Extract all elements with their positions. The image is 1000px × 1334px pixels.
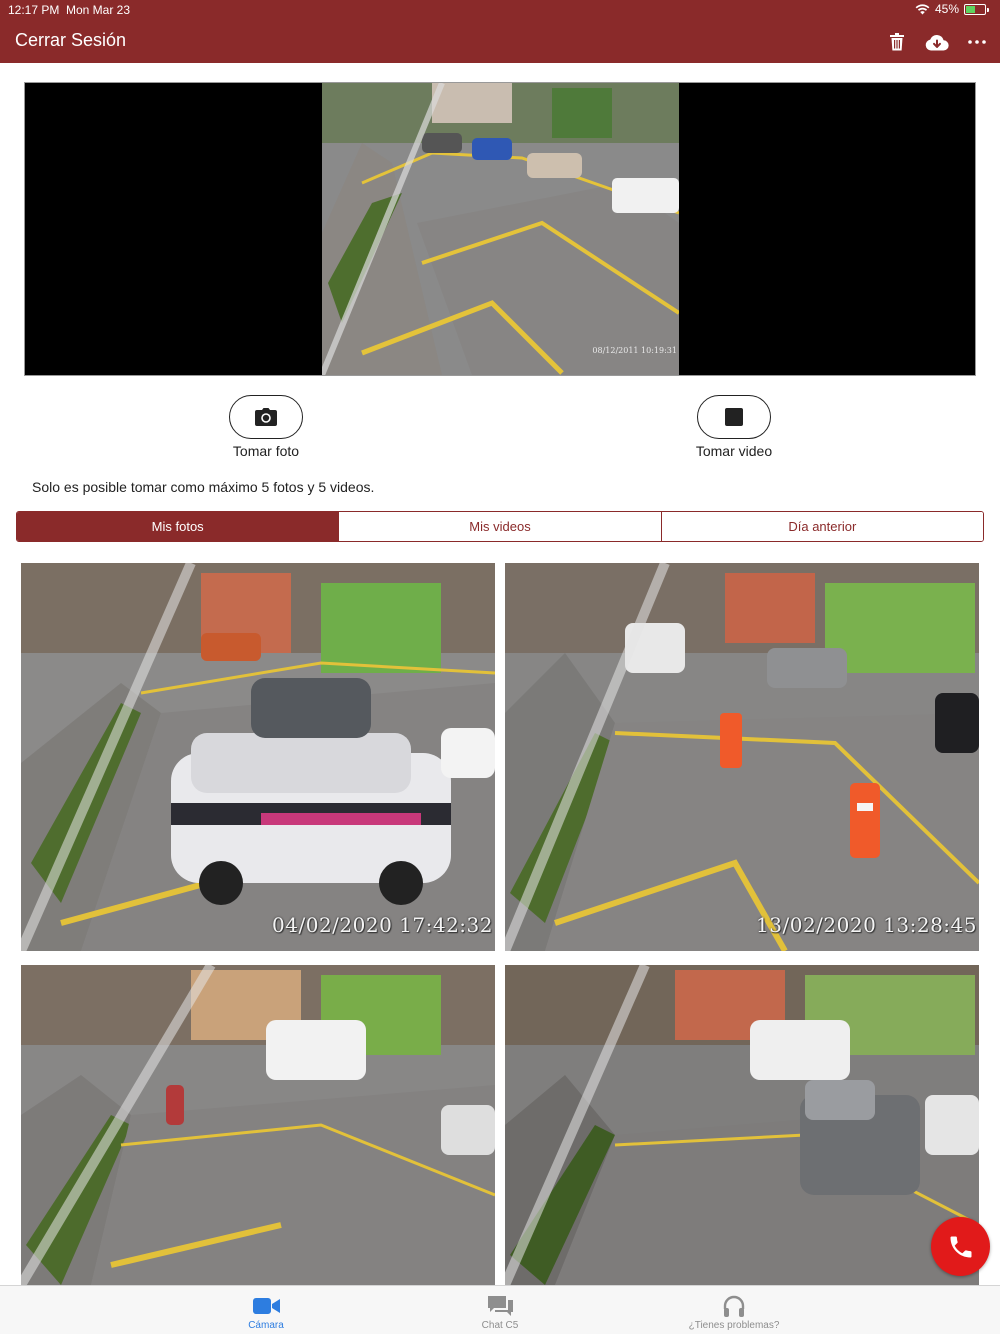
more-button[interactable]	[962, 28, 992, 56]
photo-thumbnail[interactable]	[505, 965, 979, 1285]
camera-icon	[255, 408, 277, 426]
phone-icon	[950, 1236, 971, 1257]
take-video-control: Tomar video	[654, 395, 814, 459]
limit-note: Solo es posible tomar como máximo 5 foto…	[32, 479, 375, 495]
status-date: Mon Mar 23	[66, 3, 131, 17]
app-header: 12:17 PM Mon Mar 23 45% Cerrar Sesión	[0, 0, 1000, 63]
video-timestamp: 08/12/2011 10:19:31	[592, 346, 677, 355]
photo-timestamp: 04/02/2020 17:42:32	[272, 913, 493, 937]
logout-button[interactable]: Cerrar Sesión	[15, 30, 126, 51]
delete-button[interactable]	[882, 28, 912, 56]
take-photo-control: Tomar foto	[186, 395, 346, 459]
nav-help-label: ¿Tienes problemas?	[688, 1320, 780, 1331]
take-photo-button[interactable]	[229, 395, 303, 439]
photo-thumbnail[interactable]: 13/02/2020 13:28:45	[505, 563, 979, 951]
tab-my-photos[interactable]: Mis fotos	[17, 512, 339, 541]
bottom-navigation: Cámara Chat C5 ¿Tienes problemas?	[0, 1285, 1000, 1334]
trash-icon	[890, 33, 904, 51]
cloud-download-icon	[925, 34, 949, 51]
photo-thumbnail[interactable]	[21, 965, 495, 1285]
live-video-player[interactable]: 08/12/2011 10:19:31	[24, 82, 976, 376]
more-icon	[968, 40, 986, 44]
media-tabs: Mis fotos Mis videos Día anterior	[16, 511, 984, 542]
title-bar: Cerrar Sesión	[0, 24, 1000, 60]
take-video-button[interactable]	[697, 395, 771, 439]
status-right: 45%	[915, 2, 989, 16]
video-camera-icon	[252, 1298, 280, 1314]
photo-timestamp: 13/02/2020 13:28:45	[756, 913, 977, 937]
chat-icon	[487, 1296, 513, 1316]
status-bar: 12:17 PM Mon Mar 23 45%	[0, 0, 1000, 20]
battery-icon	[964, 3, 989, 15]
tab-my-videos[interactable]: Mis videos	[338, 512, 661, 541]
nav-chat-label: Chat C5	[481, 1320, 519, 1331]
wifi-icon	[915, 3, 930, 14]
emergency-call-button[interactable]	[931, 1217, 990, 1276]
nav-help[interactable]: ¿Tienes problemas?	[664, 1292, 804, 1331]
tab-previous-day[interactable]: Día anterior	[660, 512, 983, 541]
live-video-frame: 08/12/2011 10:19:31	[322, 83, 679, 375]
photo-thumbnail[interactable]: 04/02/2020 17:42:32	[21, 563, 495, 951]
take-video-label: Tomar video	[695, 443, 773, 459]
nav-camera-label: Cámara	[248, 1320, 284, 1331]
headphones-icon	[723, 1295, 745, 1317]
take-photo-label: Tomar foto	[232, 443, 300, 459]
battery-percent: 45%	[934, 2, 959, 16]
nav-chat[interactable]: Chat C5	[430, 1292, 570, 1331]
stop-icon	[725, 408, 743, 426]
download-button[interactable]	[922, 28, 952, 56]
status-time: 12:17 PM	[8, 3, 60, 17]
nav-camera[interactable]: Cámara	[196, 1292, 336, 1331]
